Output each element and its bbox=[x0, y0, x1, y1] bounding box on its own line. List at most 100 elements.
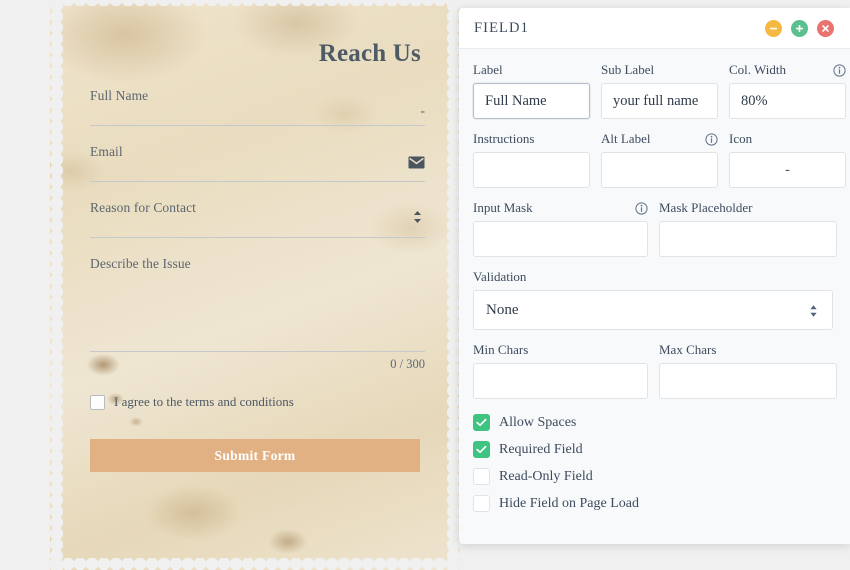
label-field-caption: Label bbox=[473, 62, 590, 78]
field-settings-panel: FIELD1 Label Full Name Sub Label your fu… bbox=[459, 8, 850, 544]
min-chars-input[interactable] bbox=[473, 363, 648, 399]
field-group-alt-label: Alt Label bbox=[601, 131, 718, 188]
settings-row-2: Instructions Alt Label Icon - bbox=[473, 131, 846, 188]
field-underline bbox=[90, 237, 425, 238]
consent-checkbox-row[interactable]: I agree to the terms and conditions bbox=[90, 394, 425, 410]
min-chars-field-caption: Min Chars bbox=[473, 342, 648, 358]
form-field-reason[interactable]: Reason for Contact bbox=[90, 200, 425, 238]
input-mask-input[interactable] bbox=[473, 221, 648, 257]
settings-row-3: Input Mask Mask Placeholder bbox=[473, 200, 837, 257]
panel-body: Label Sub Label Col. Width bbox=[459, 49, 850, 512]
field-label: Email bbox=[90, 144, 123, 159]
icon-field-caption: Icon bbox=[729, 131, 846, 147]
plus-icon bbox=[796, 24, 803, 32]
settings-row-4: Validation None bbox=[473, 269, 833, 330]
consent-label: I agree to the terms and conditions bbox=[114, 394, 294, 409]
character-counter: 0 / 300 bbox=[390, 357, 425, 371]
field-group-instructions: Instructions bbox=[473, 131, 590, 188]
field-group-label: Label bbox=[473, 62, 590, 119]
caption-text: Max Chars bbox=[659, 342, 717, 357]
caption-text: Min Chars bbox=[473, 342, 529, 357]
alt-label-input[interactable] bbox=[601, 152, 718, 188]
close-button[interactable] bbox=[817, 19, 834, 37]
info-icon[interactable] bbox=[705, 132, 718, 146]
field-underline bbox=[90, 181, 425, 182]
sub-label-input[interactable] bbox=[601, 83, 718, 119]
check-icon bbox=[476, 418, 487, 427]
icon-input[interactable] bbox=[729, 152, 846, 188]
instructions-field-caption: Instructions bbox=[473, 131, 590, 147]
col-width-field-caption: Col. Width bbox=[729, 62, 846, 78]
checkbox-row-hide-field[interactable]: Hide Field on Page Load bbox=[473, 495, 833, 512]
info-icon[interactable] bbox=[635, 201, 648, 215]
add-button[interactable] bbox=[791, 19, 808, 37]
contact-form-preview: Reach Us Full Name - Email Reason for Co… bbox=[50, 0, 460, 570]
mask-placeholder-field-caption: Mask Placeholder bbox=[659, 200, 837, 216]
field-group-min-chars: Min Chars bbox=[473, 342, 648, 399]
form-field-email[interactable]: Email bbox=[90, 144, 425, 182]
caption-text: Mask Placeholder bbox=[659, 200, 753, 215]
panel-actions bbox=[765, 19, 834, 37]
field-group-sub-label: Sub Label bbox=[601, 62, 718, 119]
field-group-mask-placeholder: Mask Placeholder bbox=[659, 200, 837, 257]
hide-field-checkbox[interactable] bbox=[473, 495, 490, 512]
allow-spaces-checkbox[interactable] bbox=[473, 414, 490, 431]
validation-field-caption: Validation bbox=[473, 269, 833, 285]
instructions-input[interactable] bbox=[473, 152, 590, 188]
dash-icon: - bbox=[420, 104, 425, 119]
field-group-validation: Validation None bbox=[473, 269, 833, 330]
settings-row-5: Min Chars Max Chars bbox=[473, 342, 837, 399]
collapse-button[interactable] bbox=[765, 19, 782, 37]
checkbox-row-allow-spaces[interactable]: Allow Spaces bbox=[473, 414, 833, 431]
caption-text: Label bbox=[473, 62, 503, 77]
form-field-full-name[interactable]: Full Name - bbox=[90, 88, 425, 126]
consent-checkbox[interactable] bbox=[90, 394, 105, 410]
col-width-input[interactable] bbox=[729, 83, 846, 119]
stepper-icon[interactable] bbox=[412, 209, 423, 225]
field-label: Describe the Issue bbox=[90, 256, 191, 271]
panel-header: FIELD1 bbox=[459, 8, 850, 49]
submit-button-label: Submit Form bbox=[214, 447, 296, 463]
mail-icon bbox=[408, 156, 425, 169]
field-label: Reason for Contact bbox=[90, 200, 197, 215]
field-label: Full Name bbox=[90, 88, 149, 103]
validation-select[interactable]: None bbox=[473, 290, 833, 330]
panel-title: FIELD1 bbox=[474, 19, 529, 36]
caption-text: Alt Label bbox=[601, 131, 651, 146]
minus-icon bbox=[770, 27, 777, 29]
form-field-describe-issue[interactable]: Describe the Issue 0 / 300 bbox=[90, 256, 425, 372]
mask-placeholder-input[interactable] bbox=[659, 221, 837, 257]
check-icon bbox=[476, 445, 487, 454]
input-mask-field-caption: Input Mask bbox=[473, 200, 648, 216]
field-group-col-width: Col. Width bbox=[729, 62, 846, 119]
max-chars-field-caption: Max Chars bbox=[659, 342, 837, 358]
page-title: Reach Us bbox=[318, 40, 421, 67]
checkbox-row-required-field[interactable]: Required Field bbox=[473, 441, 833, 458]
field-group-max-chars: Max Chars bbox=[659, 342, 837, 399]
required-field-checkbox[interactable] bbox=[473, 441, 490, 458]
field-underline bbox=[90, 351, 425, 352]
max-chars-input[interactable] bbox=[659, 363, 837, 399]
read-only-field-label: Read-Only Field bbox=[499, 468, 593, 484]
caption-text: Input Mask bbox=[473, 200, 533, 215]
checkbox-row-read-only-field[interactable]: Read-Only Field bbox=[473, 468, 833, 485]
caption-text: Instructions bbox=[473, 131, 535, 146]
label-input[interactable] bbox=[473, 83, 590, 119]
chevron-updown-icon bbox=[810, 305, 817, 317]
close-icon bbox=[822, 24, 829, 32]
alt-label-field-caption: Alt Label bbox=[601, 131, 718, 147]
validation-selected-value: None bbox=[486, 301, 519, 318]
allow-spaces-label: Allow Spaces bbox=[499, 414, 577, 430]
read-only-field-checkbox[interactable] bbox=[473, 468, 490, 485]
hide-field-label: Hide Field on Page Load bbox=[499, 495, 639, 511]
field-underline bbox=[90, 125, 425, 126]
submit-form-button[interactable]: Submit Form bbox=[90, 439, 420, 472]
caption-text: Col. Width bbox=[729, 62, 787, 77]
required-field-label: Required Field bbox=[499, 441, 583, 457]
caption-text: Sub Label bbox=[601, 62, 655, 77]
settings-checkbox-group: Allow Spaces Required Field Read-Only Fi… bbox=[473, 414, 833, 512]
sub-label-field-caption: Sub Label bbox=[601, 62, 718, 78]
caption-text: Icon bbox=[729, 131, 753, 146]
info-icon[interactable] bbox=[833, 63, 846, 77]
caption-text: Validation bbox=[473, 269, 527, 284]
